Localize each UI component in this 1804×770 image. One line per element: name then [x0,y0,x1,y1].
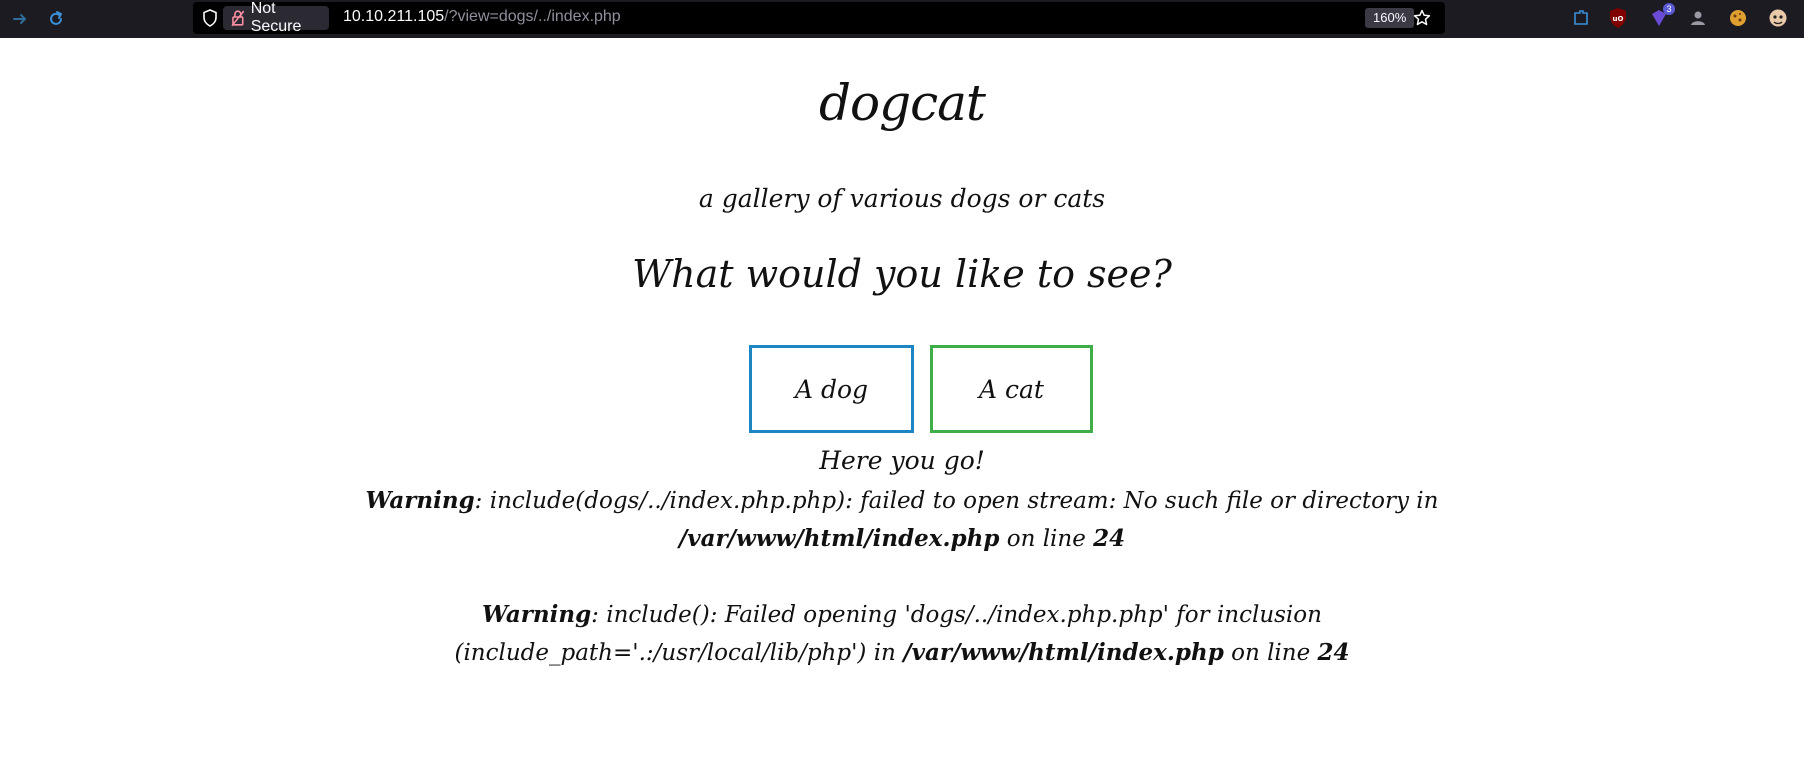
warning-message: : include(dogs/../index.php.php): failed… [474,488,1439,514]
tracking-protection-shield-icon[interactable] [201,9,219,27]
browser-toolbar: Not Secure 10.10.211.105/?view=dogs/../i… [0,0,1804,38]
forward-arrow-icon [13,14,27,24]
warning-file: /var/www/html/index.php [678,525,1000,552]
warning-line-number: 24 [1093,525,1126,552]
warning-label: Warning [365,487,475,514]
insecure-lock-icon [231,10,245,27]
extension-puzzle-icon[interactable] [1569,6,1593,30]
warning-line-text: on line [1223,640,1318,666]
site-security-indicator[interactable]: Not Secure [223,0,329,35]
extension-spy-icon[interactable] [1686,6,1710,30]
cat-button[interactable]: A cat [930,345,1093,433]
address-bar[interactable]: Not Secure 10.10.211.105/?view=dogs/../i… [193,0,1445,35]
zoom-level-button[interactable]: 160% [1365,8,1415,28]
reload-icon [50,11,62,25]
page-subtitle: a gallery of various dogs or cats [698,184,1106,213]
extension-purple-icon[interactable]: 3 [1647,3,1675,30]
url-host: 10.10.211.105 [343,8,445,25]
dog-button[interactable]: A dog [749,345,914,433]
php-warning-2: Warning: include(): Failed opening 'dogs… [290,596,1514,672]
svg-text:uO: uO [1613,15,1624,23]
result-text: Here you go! [819,446,985,475]
forward-button[interactable] [8,8,32,30]
extension-cookie-icon[interactable] [1726,6,1750,30]
warning-file: /var/www/html/index.php [903,639,1224,666]
php-warning-1: Warning: include(dogs/../index.php.php):… [290,482,1514,558]
ublock-origin-icon[interactable]: uO [1606,6,1630,30]
question-heading: What would you like to see? [632,252,1172,296]
warning-line-number: 24 [1317,639,1350,666]
url-text[interactable]: 10.10.211.105/?view=dogs/../index.php [343,8,621,26]
bookmark-star-icon[interactable] [1411,7,1433,29]
extension-avatar-icon[interactable] [1766,6,1790,30]
extension-badge: 3 [1663,3,1675,15]
url-path: /?view=dogs/../index.php [444,8,621,25]
warning-label: Warning [482,601,592,628]
warning-line-text: on line [999,526,1094,552]
page-title: dogcat [818,74,986,132]
page-content: dogcat a gallery of various dogs or cats… [0,38,1804,770]
not-secure-label: Not Secure [250,0,302,35]
reload-button[interactable] [44,8,68,30]
